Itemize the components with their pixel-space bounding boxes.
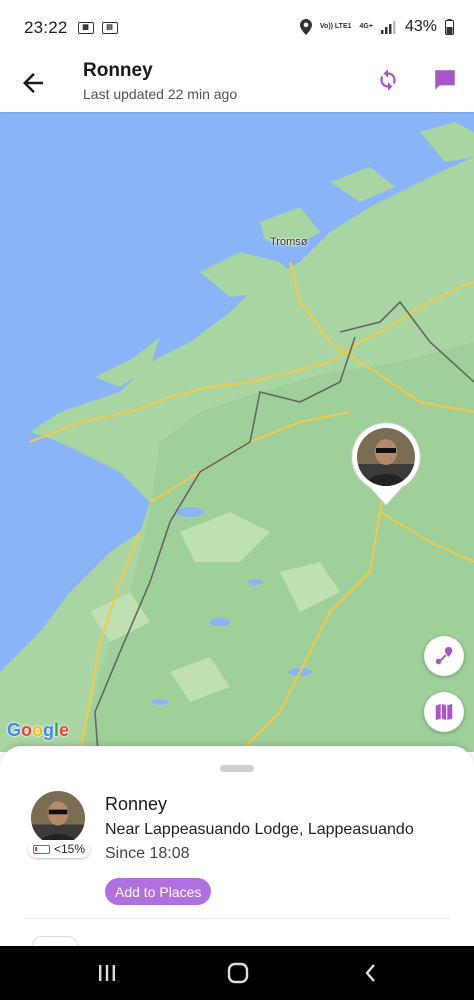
- route-button[interactable]: [424, 636, 464, 676]
- refresh-icon[interactable]: [375, 67, 401, 93]
- last-updated-text: Last updated 22 min ago: [83, 86, 238, 102]
- map-icon: [435, 703, 453, 721]
- avatar: [357, 428, 415, 486]
- status-bar: 23:22 ▦ ▤ Vo)) LTE1 4G+ 43%: [0, 0, 474, 56]
- list-item[interactable]: [32, 936, 78, 946]
- avatar: [31, 791, 85, 845]
- volte-indicator: Vo)) LTE1: [319, 23, 352, 30]
- battery-icon: [445, 19, 454, 35]
- system-nav-bar: [0, 946, 474, 1000]
- person-sheet[interactable]: <15% Ronney Near Lappeasuando Lodge, Lap…: [0, 746, 474, 946]
- add-to-places-button[interactable]: Add to Places: [105, 878, 212, 905]
- drag-handle[interactable]: [220, 765, 254, 772]
- google-logo-letters: G: [7, 720, 22, 740]
- back-arrow-icon[interactable]: [18, 68, 48, 98]
- person-location-text: Near Lappeasuando Lodge, Lappeasuando: [105, 821, 414, 838]
- recents-icon[interactable]: [94, 960, 120, 986]
- status-time: 23:22: [24, 18, 68, 37]
- app-header: Ronney Last updated 22 min ago: [0, 56, 474, 112]
- map-type-button[interactable]: [424, 692, 464, 732]
- battery-level: <15%: [54, 842, 86, 856]
- battery-percent: 43%: [404, 18, 437, 35]
- home-icon[interactable]: [225, 960, 251, 986]
- battery-badge: <15%: [28, 840, 91, 858]
- notification-icon: ▦: [77, 22, 94, 34]
- chat-icon[interactable]: [432, 67, 458, 93]
- route-icon: [435, 646, 453, 665]
- low-battery-icon: [33, 844, 50, 854]
- page-title: Ronney: [83, 60, 153, 81]
- network-type: 4G+: [359, 23, 373, 30]
- notification-icons: ▦ ▤: [77, 22, 118, 34]
- google-attribution: Google: [7, 720, 70, 740]
- since-time: Since 18:08: [105, 845, 190, 862]
- back-icon[interactable]: [358, 960, 384, 986]
- location-pin[interactable]: [350, 421, 422, 507]
- place-label: Tromsø: [270, 236, 308, 248]
- signal-icon: [380, 21, 396, 34]
- divider: [24, 918, 450, 919]
- map-view[interactable]: Tromsø Google: [0, 112, 474, 752]
- location-icon: [299, 19, 312, 35]
- status-right: Vo)) LTE1 4G+ 43%: [299, 18, 454, 36]
- notification-icon: ▤: [101, 22, 118, 34]
- person-name: Ronney: [105, 794, 168, 814]
- person-location: Near Lappeasuando Lodge, Lappeasuando: [105, 821, 450, 839]
